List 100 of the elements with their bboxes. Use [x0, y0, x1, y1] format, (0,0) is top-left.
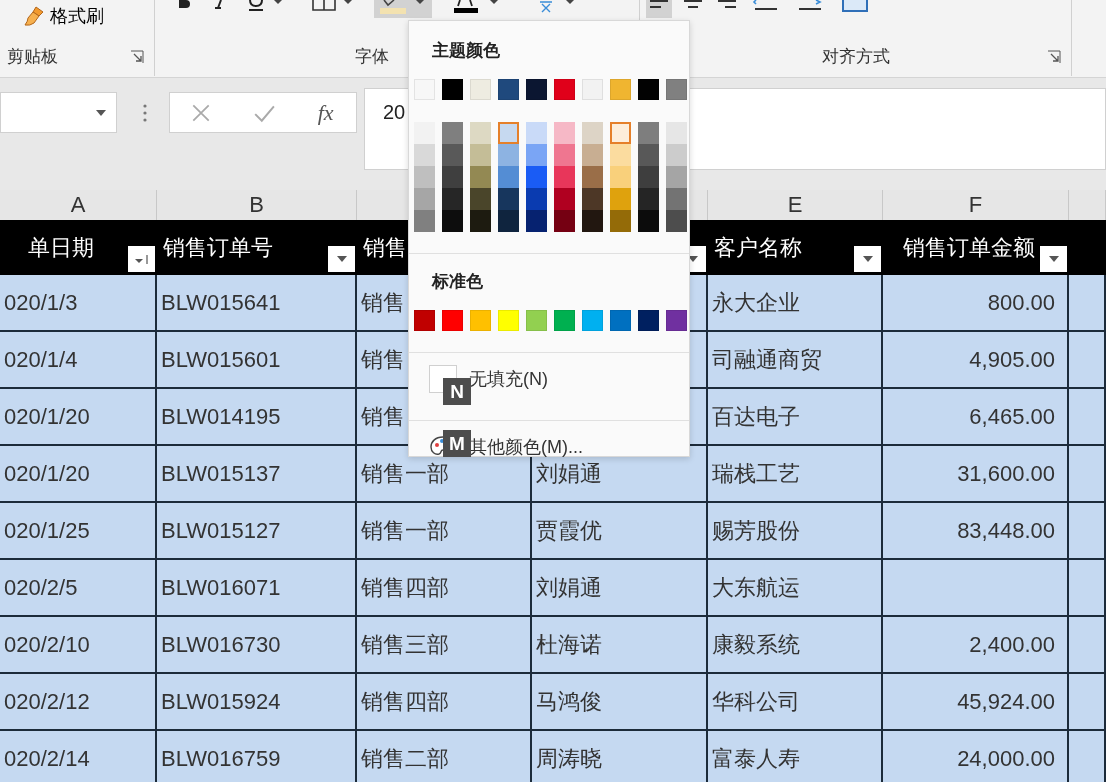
color-swatch[interactable]: [414, 188, 435, 210]
color-swatch[interactable]: [554, 122, 575, 144]
color-swatch[interactable]: [498, 310, 519, 331]
key-tip: M: [443, 430, 471, 457]
color-swatch[interactable]: [666, 210, 687, 232]
color-swatch[interactable]: [414, 166, 435, 188]
color-swatch[interactable]: [470, 166, 491, 188]
color-swatch[interactable]: [610, 144, 631, 166]
table-cell: 销售四部: [357, 560, 532, 617]
color-swatch[interactable]: [498, 122, 519, 144]
column-letter[interactable]: B: [249, 192, 264, 218]
color-swatch[interactable]: [526, 210, 547, 232]
dialog-launcher-icon[interactable]: [130, 49, 144, 64]
color-swatch[interactable]: [582, 188, 603, 210]
color-swatch[interactable]: [582, 210, 603, 232]
table-cell: [1069, 389, 1106, 446]
color-swatch[interactable]: [498, 166, 519, 188]
color-swatch[interactable]: [470, 188, 491, 210]
column-letter[interactable]: A: [70, 192, 86, 218]
color-swatch[interactable]: [526, 166, 547, 188]
filter-button[interactable]: [854, 246, 881, 272]
table-cell: 销售二部: [357, 731, 532, 782]
color-swatch[interactable]: [470, 310, 491, 331]
color-swatch[interactable]: [442, 122, 463, 144]
color-swatch[interactable]: [582, 310, 603, 331]
color-swatch[interactable]: [498, 188, 519, 210]
color-swatch[interactable]: [666, 144, 687, 166]
filter-button[interactable]: [1040, 246, 1067, 272]
key-tip: N: [443, 378, 471, 405]
color-swatch[interactable]: [638, 144, 659, 166]
sorted-filter-button[interactable]: [128, 246, 155, 272]
color-swatch[interactable]: [610, 188, 631, 210]
color-swatch[interactable]: [470, 122, 491, 144]
color-swatch[interactable]: [442, 210, 463, 232]
color-swatch[interactable]: [414, 144, 435, 166]
color-swatch[interactable]: [610, 122, 631, 144]
color-swatch[interactable]: [610, 166, 631, 188]
color-swatch[interactable]: [526, 79, 547, 100]
table-cell: 020/2/14: [0, 731, 157, 782]
column-letter[interactable]: F: [968, 192, 983, 218]
color-swatch[interactable]: [554, 188, 575, 210]
color-swatch[interactable]: [638, 79, 659, 100]
color-swatch[interactable]: [610, 79, 631, 100]
color-swatch[interactable]: [414, 310, 435, 331]
color-swatch[interactable]: [638, 166, 659, 188]
color-swatch[interactable]: [470, 79, 491, 100]
color-swatch[interactable]: [610, 210, 631, 232]
color-swatch[interactable]: [470, 210, 491, 232]
format-painter-button[interactable]: 格式刷: [22, 2, 110, 30]
color-swatch[interactable]: [582, 166, 603, 188]
color-swatch[interactable]: [666, 188, 687, 210]
color-swatch[interactable]: [526, 144, 547, 166]
table-cell: BLW015127: [157, 503, 357, 560]
color-swatch[interactable]: [442, 188, 463, 210]
color-swatch[interactable]: [582, 144, 603, 166]
color-swatch[interactable]: [442, 310, 463, 331]
insert-function-button[interactable]: fx: [315, 99, 336, 126]
color-swatch[interactable]: [442, 79, 463, 100]
table-cell: [1069, 503, 1106, 560]
table-cell: 24,000.00: [883, 731, 1069, 782]
color-swatch[interactable]: [442, 166, 463, 188]
color-swatch[interactable]: [526, 122, 547, 144]
color-swatch[interactable]: [582, 79, 603, 100]
color-swatch[interactable]: [526, 188, 547, 210]
color-swatch[interactable]: [554, 166, 575, 188]
color-swatch[interactable]: [638, 210, 659, 232]
color-swatch[interactable]: [526, 310, 547, 331]
table-cell: 销售四部: [357, 674, 532, 731]
color-swatch[interactable]: [582, 122, 603, 144]
color-swatch[interactable]: [442, 144, 463, 166]
color-swatch[interactable]: [554, 79, 575, 100]
color-swatch[interactable]: [666, 79, 687, 100]
color-swatch[interactable]: [610, 310, 631, 331]
grip-icon[interactable]: [143, 104, 147, 122]
table-cell: 83,448.00: [883, 503, 1069, 560]
column-heading: 单日期: [28, 233, 94, 262]
color-swatch[interactable]: [638, 122, 659, 144]
dialog-launcher-icon[interactable]: [1047, 49, 1061, 64]
color-swatch[interactable]: [498, 144, 519, 166]
fill-color-button[interactable]: [374, 0, 432, 18]
color-swatch[interactable]: [470, 144, 491, 166]
color-swatch[interactable]: [666, 310, 687, 331]
color-swatch[interactable]: [666, 122, 687, 144]
column-letter[interactable]: E: [787, 192, 803, 218]
table-cell: 大东航运: [708, 560, 883, 617]
table-cell: [1069, 332, 1106, 389]
color-swatch[interactable]: [414, 122, 435, 144]
color-swatch[interactable]: [666, 166, 687, 188]
color-swatch[interactable]: [638, 310, 659, 331]
color-swatch[interactable]: [414, 210, 435, 232]
align-left-button[interactable]: [646, 0, 672, 18]
color-swatch[interactable]: [638, 188, 659, 210]
name-box[interactable]: [0, 92, 117, 133]
color-swatch[interactable]: [554, 310, 575, 331]
filter-button[interactable]: [328, 246, 355, 272]
color-swatch[interactable]: [498, 210, 519, 232]
table-cell: 6,465.00: [883, 389, 1069, 446]
color-swatch[interactable]: [498, 79, 519, 100]
color-swatch[interactable]: [554, 144, 575, 166]
color-swatch[interactable]: [554, 210, 575, 232]
